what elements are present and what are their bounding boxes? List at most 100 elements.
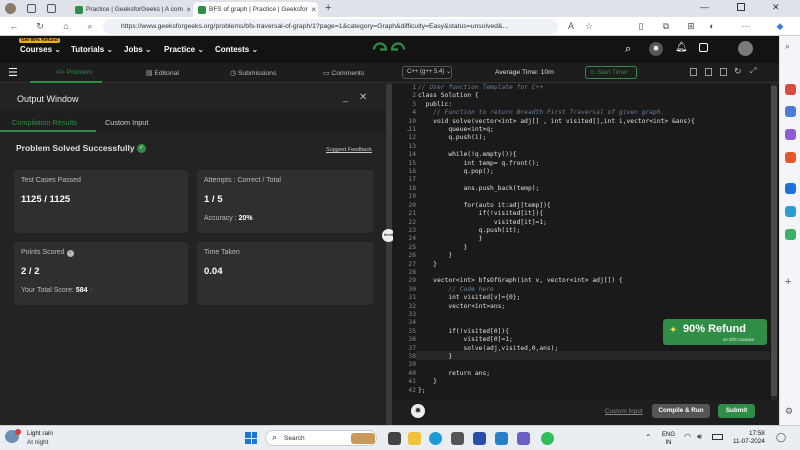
- code-line[interactable]: public:: [418, 101, 770, 109]
- settings-icon[interactable]: ⚙: [785, 406, 793, 417]
- tab-compilation-results[interactable]: Compilation Results: [12, 118, 77, 127]
- translate-icon[interactable]: [699, 43, 708, 52]
- nav-contests[interactable]: Contests ⌄: [215, 45, 258, 54]
- code-line[interactable]: }: [418, 235, 770, 243]
- close-window-icon[interactable]: ✕: [772, 2, 780, 13]
- minimize-window-icon[interactable]: —: [700, 2, 709, 12]
- info-icon[interactable]: i: [66, 250, 74, 257]
- gfg-logo[interactable]: [372, 41, 406, 58]
- fullscreen-icon[interactable]: ⤢: [750, 66, 756, 76]
- start-button-icon[interactable]: [245, 432, 257, 444]
- code-line[interactable]: [418, 143, 770, 151]
- code-line[interactable]: void solve(vector<int> adj[] , int visit…: [418, 118, 770, 126]
- read-aloud-icon[interactable]: A: [565, 20, 577, 32]
- close-tab-icon[interactable]: ✕: [311, 6, 317, 14]
- refund-banner[interactable]: ✦ 90% Refund on GfG Courses: [663, 319, 767, 345]
- custom-input-link[interactable]: Custom Input: [605, 408, 642, 415]
- new-tab-icon[interactable]: +: [325, 2, 331, 14]
- tab-practice[interactable]: Practice | GeeksforGeeks | A com ✕: [70, 2, 190, 17]
- drop-icon[interactable]: [785, 206, 796, 217]
- vscode-icon[interactable]: [495, 432, 508, 445]
- submit-button[interactable]: Submit: [718, 404, 755, 418]
- code-line[interactable]: class Solution {: [418, 92, 770, 100]
- task-view-icon[interactable]: [388, 432, 401, 445]
- editor-settings-icon[interactable]: ✹: [411, 404, 425, 418]
- weather-subtitle[interactable]: At night: [27, 439, 48, 446]
- menu-icon[interactable]: ☰: [8, 66, 18, 79]
- fold-arrow-icon[interactable]: ⌄: [406, 127, 410, 133]
- home-icon[interactable]: ⌂: [60, 20, 72, 32]
- code-line[interactable]: for(auto it:adj[temp]){: [418, 202, 770, 210]
- code-line[interactable]: };: [418, 387, 770, 395]
- app-icon[interactable]: [473, 432, 486, 445]
- code-line[interactable]: [418, 269, 770, 277]
- tab-custom-input[interactable]: Custom Input: [105, 118, 148, 127]
- suggest-feedback-link[interactable]: Suggest Feedback: [326, 147, 372, 153]
- back-icon[interactable]: ←: [8, 20, 20, 32]
- code-line[interactable]: }: [418, 378, 770, 386]
- code-text[interactable]: // User function Template for C++ class S…: [418, 84, 770, 400]
- code-line[interactable]: int visited[v]={0};: [418, 294, 770, 302]
- code-line[interactable]: vector<int> bfsOfGraph(int v, vector<int…: [418, 277, 770, 285]
- file-explorer-icon[interactable]: [408, 432, 421, 445]
- workspaces-icon[interactable]: [27, 4, 36, 13]
- shopping-icon[interactable]: [785, 84, 796, 95]
- scrollbar-thumb[interactable]: [771, 86, 777, 396]
- promo-badge[interactable]: Get 90% Refund: [19, 38, 60, 43]
- code-line[interactable]: }: [418, 252, 770, 260]
- edge-browser-icon[interactable]: [429, 432, 442, 445]
- maximize-window-icon[interactable]: [737, 3, 745, 11]
- user-avatar[interactable]: [738, 41, 753, 56]
- tab-bfs-of-graph[interactable]: BFS of graph | Practice | Geeksfor ✕: [193, 2, 318, 17]
- store-icon[interactable]: [451, 432, 464, 445]
- reset-icon[interactable]: ↻: [734, 66, 742, 77]
- code-line[interactable]: int temp= q.front();: [418, 160, 770, 168]
- add-icon[interactable]: +: [785, 276, 791, 288]
- compile-run-button[interactable]: Compile & Run: [652, 404, 710, 418]
- panel-divider[interactable]: [386, 84, 392, 425]
- nav-practice[interactable]: Practice ⌄: [164, 45, 204, 54]
- nav-jobs[interactable]: Jobs ⌄: [124, 45, 152, 54]
- code-line[interactable]: queue<int>q;: [418, 126, 770, 134]
- profile-avatar[interactable]: [5, 3, 16, 14]
- code-line[interactable]: q.push(i);: [418, 134, 770, 142]
- code-line[interactable]: while(!q.empty()){: [418, 151, 770, 159]
- whatsapp-icon[interactable]: [541, 432, 554, 445]
- teams-icon[interactable]: [517, 432, 530, 445]
- notification-icon[interactable]: ◯: [776, 432, 786, 443]
- code-line[interactable]: ans.push_back(temp);: [418, 185, 770, 193]
- close-panel-icon[interactable]: ✕: [359, 92, 367, 103]
- code-line[interactable]: [418, 193, 770, 201]
- outlook-icon[interactable]: [785, 183, 796, 194]
- weather-title[interactable]: Light rain: [27, 430, 53, 437]
- copy-icon[interactable]: [690, 68, 697, 76]
- code-line[interactable]: q.pop();: [418, 168, 770, 176]
- code-line[interactable]: q.push(it);: [418, 227, 770, 235]
- battery-icon[interactable]: [712, 434, 723, 440]
- tab-actions-icon[interactable]: [47, 4, 56, 13]
- volume-icon[interactable]: 🔊︎: [697, 432, 702, 442]
- url-input[interactable]: https://www.geeksforgeeks.org/problems/b…: [103, 19, 558, 34]
- refresh-icon[interactable]: ↻: [34, 20, 46, 32]
- profile-icon[interactable]: ◐: [706, 20, 718, 32]
- extensions-icon[interactable]: ⧉: [660, 20, 672, 32]
- code-line[interactable]: // User function Template for C++: [418, 84, 770, 92]
- code-line[interactable]: // Code here: [418, 286, 770, 294]
- office-icon[interactable]: [785, 152, 796, 163]
- language-indicator[interactable]: ENG IN: [662, 431, 675, 447]
- tab-submissions[interactable]: ◷ Submissions: [230, 69, 276, 77]
- more-menu-icon[interactable]: ···: [740, 20, 752, 32]
- code-line[interactable]: [418, 176, 770, 184]
- start-timer-button[interactable]: ⊙ Start Timer: [585, 66, 637, 79]
- theme-toggle-icon[interactable]: ✹: [649, 42, 663, 56]
- code-line[interactable]: }: [418, 353, 770, 361]
- code-line[interactable]: vector<int>ans;: [418, 303, 770, 311]
- code-line[interactable]: // Function to return Breadth First Trav…: [418, 109, 770, 117]
- nav-courses[interactable]: Courses ⌄: [20, 45, 61, 54]
- code-line[interactable]: }: [418, 261, 770, 269]
- code-line[interactable]: return ans;: [418, 370, 770, 378]
- upload-icon[interactable]: [720, 68, 727, 76]
- wifi-icon[interactable]: ◠: [684, 432, 691, 441]
- code-line[interactable]: visited[it]=1;: [418, 219, 770, 227]
- minimize-panel-icon[interactable]: _: [343, 92, 348, 102]
